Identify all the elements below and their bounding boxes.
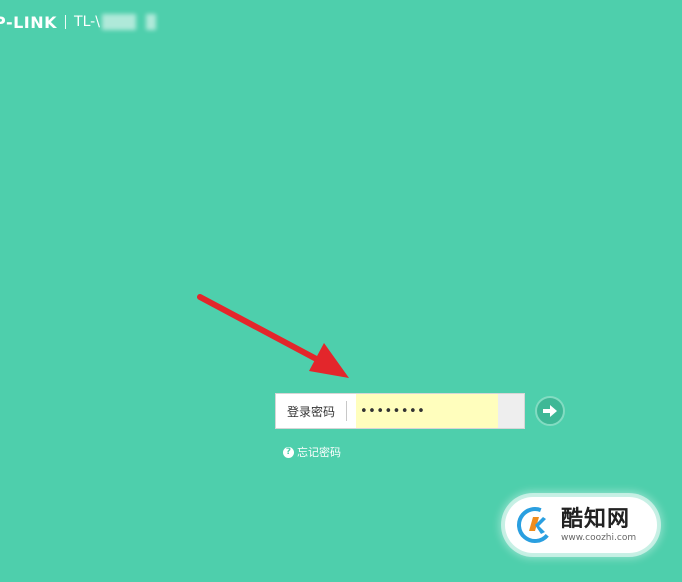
watermark-text: 酷知网 www.coozhi.com bbox=[561, 508, 636, 543]
model-label: TL-\ bbox=[74, 14, 100, 30]
password-divider bbox=[346, 401, 347, 421]
password-label: 登录密码 bbox=[286, 404, 335, 419]
watermark-url: www.coozhi.com bbox=[561, 532, 637, 543]
arrow-right-icon bbox=[543, 405, 557, 417]
brand-header: P-LINK TL-\ bbox=[0, 8, 156, 36]
watermark-title: 酷知网 bbox=[561, 505, 631, 532]
brand-separator bbox=[65, 15, 67, 29]
model-redaction bbox=[101, 14, 136, 30]
password-input-end bbox=[498, 394, 524, 428]
password-box: 登录密码 •••••••• bbox=[275, 393, 525, 429]
forgot-password-label: 忘记密码 bbox=[297, 446, 341, 459]
password-input[interactable]: •••••••• bbox=[356, 394, 498, 428]
watermark: 酷知网 www.coozhi.com bbox=[505, 497, 657, 553]
annotation-arrow bbox=[197, 294, 349, 378]
watermark-logo-icon bbox=[517, 507, 553, 543]
login-submit-button[interactable] bbox=[535, 396, 565, 426]
login-form: 登录密码 •••••••• bbox=[275, 393, 565, 429]
brand-logo: P-LINK bbox=[0, 12, 58, 32]
forgot-password-link[interactable]: ? 忘记密码 bbox=[283, 444, 341, 460]
annotation-arrow-head bbox=[309, 343, 349, 378]
annotation-arrow-shaft bbox=[197, 294, 325, 365]
question-circle-icon: ? bbox=[283, 446, 294, 458]
model-redaction-2 bbox=[145, 14, 156, 30]
